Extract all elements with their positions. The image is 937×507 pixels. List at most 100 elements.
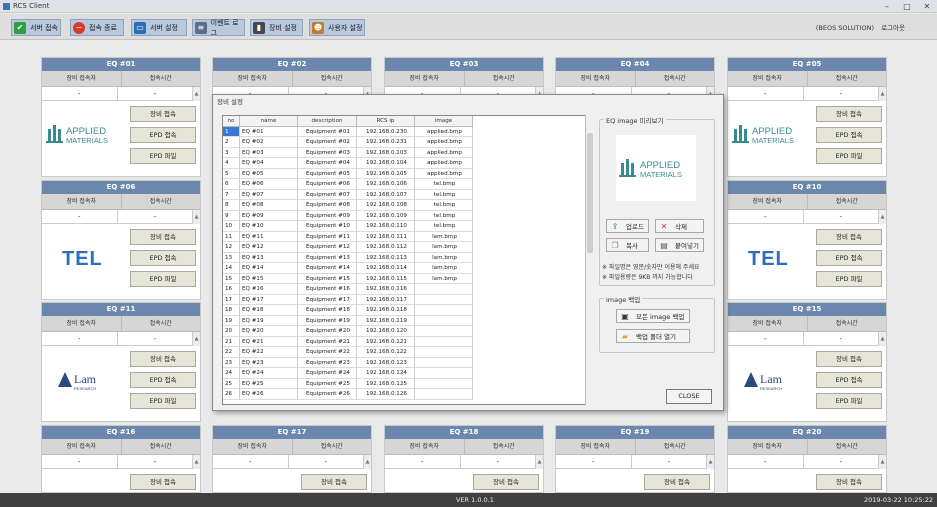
cell-rcs-ip[interactable]: 192.168.0.117 [357, 294, 415, 305]
panel-scroll[interactable]: ▲ [192, 210, 200, 224]
table-row[interactable]: 18 EQ #18 Equipment #18 192.168.0.118 [223, 305, 593, 316]
cell-no[interactable]: 19 [223, 315, 240, 326]
cell-no[interactable]: 3 [223, 147, 240, 158]
table-row[interactable]: 17 EQ #17 Equipment #17 192.168.0.117 [223, 294, 593, 305]
cell-rcs-ip[interactable]: 192.168.0.111 [357, 231, 415, 242]
cell-name[interactable]: EQ #23 [240, 357, 298, 368]
cell-image[interactable] [415, 368, 473, 379]
cell-rcs-ip[interactable]: 192.168.0.106 [357, 179, 415, 190]
table-row[interactable]: 10 EQ #10 Equipment #10 192.168.0.110 tel.bm… [223, 221, 593, 232]
cell-image[interactable]: applied.bmp [415, 137, 473, 148]
cell-description[interactable]: Equipment #07 [298, 189, 357, 200]
cell-description[interactable]: Equipment #25 [298, 378, 357, 389]
cell-no[interactable]: 5 [223, 168, 240, 179]
cell-rcs-ip[interactable]: 192.168.0.125 [357, 378, 415, 389]
cell-no[interactable]: 15 [223, 273, 240, 284]
copy-button[interactable]: ❐ 복사 [606, 238, 649, 252]
cell-rcs-ip[interactable]: 192.168.0.120 [357, 326, 415, 337]
table-row[interactable]: 19 EQ #19 Equipment #19 192.168.0.119 [223, 315, 593, 326]
cell-rcs-ip[interactable]: 192.168.0.118 [357, 305, 415, 316]
header-image[interactable]: image [415, 116, 473, 127]
table-row[interactable]: 21 EQ #21 Equipment #21 192.168.0.121 [223, 336, 593, 347]
cell-image[interactable]: lam.bmp [415, 263, 473, 274]
cell-no[interactable]: 14 [223, 263, 240, 274]
cell-no[interactable]: 26 [223, 389, 240, 400]
epd-file-button[interactable]: EPD 파일 [816, 271, 882, 287]
epd-connect-button[interactable]: EPD 접속 [816, 372, 882, 388]
cell-image[interactable] [415, 294, 473, 305]
cell-no[interactable]: 9 [223, 210, 240, 221]
cell-description[interactable]: Equipment #08 [298, 200, 357, 211]
panel-scroll[interactable]: ▲ [192, 87, 200, 101]
cell-image[interactable]: tel.bmp [415, 200, 473, 211]
connect-button[interactable]: 장비 접속 [816, 229, 882, 245]
cell-image[interactable]: tel.bmp [415, 189, 473, 200]
panel-scroll[interactable]: ▲ [706, 455, 714, 469]
cell-rcs-ip[interactable]: 192.168.0.119 [357, 315, 415, 326]
panel-scroll[interactable]: ▲ [878, 210, 886, 224]
cell-image[interactable] [415, 378, 473, 389]
panel-scroll[interactable]: ▲ [535, 455, 543, 469]
table-row[interactable]: 7 EQ #07 Equipment #07 192.168.0.107 tel.bmp [223, 189, 593, 200]
cell-description[interactable]: Equipment #03 [298, 147, 357, 158]
cell-description[interactable]: Equipment #19 [298, 315, 357, 326]
cell-description[interactable]: Equipment #13 [298, 252, 357, 263]
panel-scroll[interactable]: ▲ [192, 455, 200, 469]
table-row[interactable]: 20 EQ #20 Equipment #20 192.168.0.120 [223, 326, 593, 337]
panel-scroll[interactable]: ▲ [363, 455, 371, 469]
cell-description[interactable]: Equipment #21 [298, 336, 357, 347]
table-row[interactable]: 12 EQ #12 Equipment #12 192.168.0.112 lam.bm… [223, 242, 593, 253]
cell-rcs-ip[interactable]: 192.168.0.121 [357, 336, 415, 347]
cell-name[interactable]: EQ #07 [240, 189, 298, 200]
cell-description[interactable]: Equipment #12 [298, 242, 357, 253]
cell-name[interactable]: EQ #22 [240, 347, 298, 358]
table-row[interactable]: 16 EQ #16 Equipment #16 192.168.0.116 [223, 284, 593, 295]
cell-image[interactable]: lam.bmp [415, 273, 473, 284]
epd-file-button[interactable]: EPD 파일 [130, 393, 196, 409]
equipment-grid[interactable]: no name description RCS ip image 1 EQ #01… [222, 115, 594, 405]
cell-image[interactable] [415, 305, 473, 316]
epd-connect-button[interactable]: EPD 접속 [130, 372, 196, 388]
cell-no[interactable]: 1 [223, 126, 240, 137]
cell-description[interactable]: Equipment #14 [298, 263, 357, 274]
panel-scroll[interactable]: ▲ [878, 87, 886, 101]
cell-rcs-ip[interactable]: 192.168.0.107 [357, 189, 415, 200]
cell-no[interactable]: 17 [223, 294, 240, 305]
epd-connect-button[interactable]: EPD 접속 [130, 127, 196, 143]
cell-description[interactable]: Equipment #22 [298, 347, 357, 358]
cell-no[interactable]: 10 [223, 221, 240, 232]
cell-no[interactable]: 23 [223, 357, 240, 368]
cell-no[interactable]: 4 [223, 158, 240, 169]
cell-no[interactable]: 20 [223, 326, 240, 337]
epd-file-button[interactable]: EPD 파일 [816, 393, 882, 409]
cell-no[interactable]: 18 [223, 305, 240, 316]
cell-name[interactable]: EQ #25 [240, 378, 298, 389]
cell-no[interactable]: 6 [223, 179, 240, 190]
cell-image[interactable]: lam.bmp [415, 242, 473, 253]
cell-image[interactable] [415, 389, 473, 400]
server-connect-button[interactable]: ✔ 서버 접속 [11, 19, 61, 36]
minimize-button[interactable]: – [877, 0, 897, 13]
table-row[interactable]: 1 EQ #01 Equipment #01 192.168.0.230 applied… [223, 126, 593, 137]
panel-scroll[interactable]: ▲ [878, 332, 886, 346]
cell-name[interactable]: EQ #09 [240, 210, 298, 221]
table-row[interactable]: 26 EQ #26 Equipment #26 192.168.0.126 [223, 389, 593, 400]
connect-button[interactable]: 장비 접속 [301, 474, 367, 490]
cell-no[interactable]: 8 [223, 200, 240, 211]
cell-image[interactable]: lam.bmp [415, 231, 473, 242]
server-settings-button[interactable]: ▭ 서버 설정 [131, 19, 187, 36]
cell-no[interactable]: 25 [223, 378, 240, 389]
cell-no[interactable]: 16 [223, 284, 240, 295]
table-row[interactable]: 24 EQ #24 Equipment #24 192.168.0.124 [223, 368, 593, 379]
cell-name[interactable]: EQ #17 [240, 294, 298, 305]
cell-name[interactable]: EQ #12 [240, 242, 298, 253]
cell-description[interactable]: Equipment #02 [298, 137, 357, 148]
cell-rcs-ip[interactable]: 192.168.0.231 [357, 137, 415, 148]
cell-image[interactable]: applied.bmp [415, 147, 473, 158]
cell-rcs-ip[interactable]: 192.168.0.122 [357, 347, 415, 358]
cell-description[interactable]: Equipment #20 [298, 326, 357, 337]
connect-button[interactable]: 장비 접속 [816, 351, 882, 367]
cell-description[interactable]: Equipment #10 [298, 221, 357, 232]
table-row[interactable]: 5 EQ #05 Equipment #05 192.168.0.105 applied… [223, 168, 593, 179]
cell-image[interactable]: lam.bmp [415, 252, 473, 263]
